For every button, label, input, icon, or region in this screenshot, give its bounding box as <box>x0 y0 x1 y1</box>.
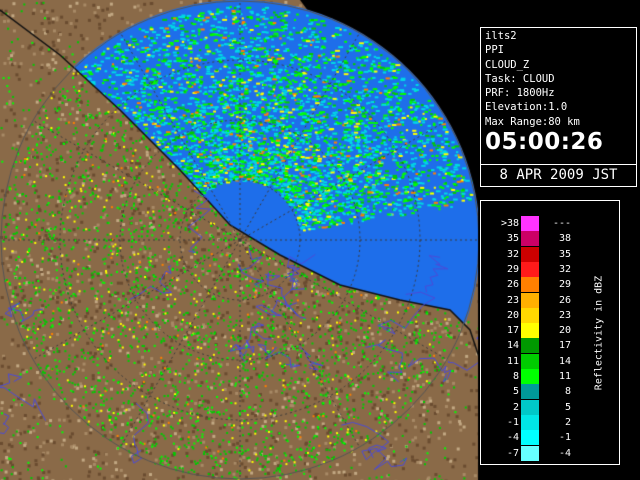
legend-upper-bound: 20 <box>558 325 571 337</box>
legend-color-swatch <box>521 277 539 293</box>
scan-date: 8 APR 2009 JST <box>481 164 636 186</box>
legend-title: Reflectivity in dBZ <box>593 275 605 391</box>
legend-row: 32 35 <box>481 246 571 262</box>
legend-lower-bound: 35 <box>506 233 519 245</box>
legend-upper-bound: 14 <box>558 355 571 367</box>
legend-color-swatch <box>521 430 539 446</box>
site-name: ilts2 <box>485 30 517 42</box>
max-range-label: Max Range:80 km <box>485 115 580 128</box>
legend-lower-bound: 17 <box>506 325 519 337</box>
info-panel: ilts2 PPI CLOUD_Z Task: CLOUD PRF: 1800H… <box>480 27 637 187</box>
legend-color-swatch <box>521 399 539 415</box>
legend-lower-bound: -4 <box>506 432 519 444</box>
legend-row: 14 17 <box>481 338 571 354</box>
legend-color-swatch <box>521 445 539 461</box>
legend-upper-bound: 26 <box>558 294 571 306</box>
legend-color-swatch <box>521 261 539 277</box>
legend-color-swatch <box>521 323 539 339</box>
legend-upper-bound: 38 <box>558 233 571 245</box>
legend-lower-bound: 32 <box>506 248 519 260</box>
legend-color-swatch <box>521 307 539 323</box>
legend-row: 20 23 <box>481 307 571 323</box>
prf-label: PRF: 1800Hz <box>485 87 555 100</box>
legend-row: -4 -1 <box>481 430 571 446</box>
scan-time: 05:00:26 <box>485 129 604 156</box>
legend-upper-bound: 35 <box>558 248 571 260</box>
legend-color-swatch <box>521 231 539 247</box>
legend-row: -7 -4 <box>481 445 571 461</box>
legend-row: 23 26 <box>481 292 571 308</box>
legend-upper-bound: 32 <box>558 263 571 275</box>
legend-color-swatch <box>521 414 539 430</box>
legend-color-swatch <box>521 338 539 354</box>
product-name: CLOUD_Z <box>485 58 530 71</box>
legend-row: 11 14 <box>481 353 571 369</box>
legend-row: -1 2 <box>481 414 571 430</box>
legend-color-swatch <box>521 384 539 400</box>
legend-upper-bound: 17 <box>558 340 571 352</box>
legend-lower-bound: >38 <box>500 218 519 229</box>
legend-upper-bound: 2 <box>564 416 571 428</box>
legend-color-swatch <box>521 369 539 384</box>
legend-color-swatch <box>521 216 539 231</box>
legend-lower-bound: 29 <box>506 263 519 275</box>
legend-row: 58 <box>481 384 571 400</box>
legend-color-swatch <box>521 292 539 308</box>
legend-upper-bound: 23 <box>558 309 571 321</box>
legend-row: 35 38 <box>481 231 571 247</box>
legend-lower-bound: -7 <box>506 447 519 459</box>
legend-upper-bound: 8 <box>564 386 571 398</box>
legend-row: >38 --- <box>481 216 571 231</box>
legend-row: 25 <box>481 399 571 415</box>
legend-upper-bound: 11 <box>558 371 571 382</box>
legend-color-swatch <box>521 353 539 369</box>
elevation-label: Elevation:1.0 <box>485 101 568 114</box>
legend-lower-bound: 5 <box>512 386 519 398</box>
legend-row: 29 32 <box>481 261 571 277</box>
legend-upper-bound: -4 <box>558 447 571 459</box>
scan-mode: PPI <box>485 44 504 57</box>
legend-lower-bound: 26 <box>506 279 519 291</box>
legend-lower-bound: 11 <box>506 355 519 367</box>
legend-upper-bound: -1 <box>558 432 571 444</box>
reflectivity-legend: Reflectivity in dBZ >38 --- 35 38 32 35 29 32 26… <box>480 200 620 465</box>
legend-lower-bound: 20 <box>506 309 519 321</box>
legend-upper-bound: --- <box>552 218 571 229</box>
task-label: Task: CLOUD <box>485 72 555 85</box>
legend-row: 8 11 <box>481 369 571 384</box>
legend-lower-bound: 14 <box>506 340 519 352</box>
legend-lower-bound: 23 <box>506 294 519 306</box>
legend-upper-bound: 29 <box>558 279 571 291</box>
legend-color-swatch <box>521 246 539 262</box>
legend-lower-bound: 8 <box>512 371 519 382</box>
legend-lower-bound: 2 <box>512 401 519 413</box>
legend-lower-bound: -1 <box>506 416 519 428</box>
legend-upper-bound: 5 <box>564 401 571 413</box>
legend-row: 26 29 <box>481 277 571 293</box>
legend-row: 17 20 <box>481 323 571 339</box>
